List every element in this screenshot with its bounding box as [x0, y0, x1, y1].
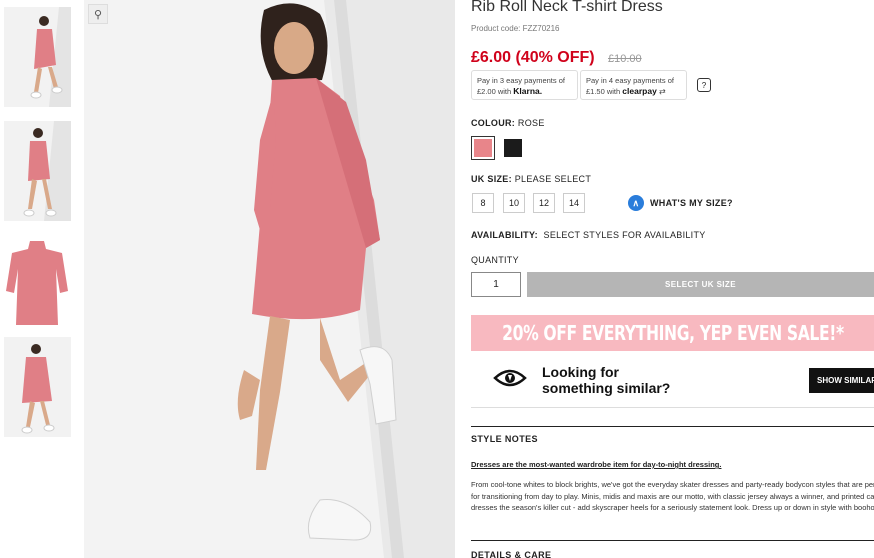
- similar-line-1: Looking for: [542, 364, 619, 380]
- size-label: UK SIZE: PLEASE SELECT: [471, 174, 591, 184]
- klarna-amount: £2.00 with: [477, 87, 512, 96]
- size-option-10[interactable]: 10: [503, 193, 525, 213]
- payment-help-icon[interactable]: ?: [697, 78, 711, 92]
- select-size-button[interactable]: SELECT UK SIZE: [527, 272, 874, 297]
- thumbnail-3[interactable]: [4, 235, 71, 335]
- clearpay-text: Pay in 4 easy payments of: [586, 76, 674, 85]
- thumbnail-2[interactable]: [4, 121, 71, 221]
- availability-row: AVAILABILITY: SELECT STYLES FOR AVAILABI…: [471, 230, 706, 240]
- colour-label: COLOUR: ROSE: [471, 118, 545, 128]
- section-divider-2: [471, 540, 874, 541]
- style-notes-heading[interactable]: STYLE NOTES: [471, 434, 538, 444]
- similar-items-banner: Looking for something similar? SHOW SIMI…: [471, 354, 874, 408]
- swatch-rose-fill: [474, 139, 492, 157]
- size-option-8[interactable]: 8: [472, 193, 494, 213]
- section-divider: [471, 426, 874, 427]
- product-title: Rib Roll Neck T-shirt Dress: [471, 0, 663, 15]
- show-similar-button[interactable]: SHOW SIMILAR: [809, 368, 874, 393]
- payment-options: Pay in 3 easy payments of £2.00 with Kla…: [471, 70, 711, 100]
- swatch-black[interactable]: [501, 136, 525, 160]
- style-notes-link[interactable]: Dresses are the most-wanted wardrobe ite…: [471, 460, 721, 469]
- zoom-icon[interactable]: ⚲: [88, 4, 108, 24]
- size-guide-label: WHAT'S MY SIZE?: [650, 198, 733, 208]
- klarna-option[interactable]: Pay in 3 easy payments of £2.00 with Kla…: [471, 70, 578, 100]
- klarna-text: Pay in 3 easy payments of: [477, 76, 565, 85]
- quantity-label: QUANTITY: [471, 255, 519, 265]
- eye-icon: [493, 369, 527, 387]
- size-guide-link[interactable]: ∧ WHAT'S MY SIZE?: [628, 195, 733, 211]
- hanger-icon: ∧: [628, 195, 644, 211]
- swatch-black-fill: [504, 139, 522, 157]
- thumbnail-4[interactable]: [4, 337, 71, 437]
- size-selected-value: PLEASE SELECT: [514, 174, 592, 184]
- colour-selected-value: ROSE: [517, 118, 545, 128]
- thumbnail-1[interactable]: [4, 7, 71, 107]
- promo-text: 20% OFF EVERYTHING, YEP EVEN SALE!*: [501, 321, 844, 345]
- style-notes-body: From cool-tone whites to block brights, …: [471, 480, 874, 512]
- product-panel: Rib Roll Neck T-shirt Dress Product code…: [471, 0, 874, 558]
- size-label-key: UK SIZE:: [471, 174, 512, 184]
- similar-items-text: Looking for something similar?: [542, 364, 670, 396]
- promo-banner[interactable]: 20% OFF EVERYTHING, YEP EVEN SALE!*: [471, 315, 874, 351]
- model-photo: [84, 0, 455, 558]
- product-code: Product code: FZZ70216: [471, 24, 560, 33]
- main-product-image[interactable]: ⚲: [84, 0, 455, 558]
- current-price: £6.00 (40% OFF): [471, 49, 595, 66]
- clearpay-option[interactable]: Pay in 4 easy payments of £1.50 with cle…: [580, 70, 687, 100]
- size-option-12[interactable]: 12: [533, 193, 555, 213]
- similar-line-2: something similar?: [542, 380, 671, 396]
- availability-label: AVAILABILITY:: [471, 230, 538, 240]
- size-option-14[interactable]: 14: [563, 193, 585, 213]
- details-care-heading[interactable]: DETAILS & CARE: [471, 550, 551, 558]
- swatch-rose[interactable]: [471, 136, 495, 160]
- klarna-logo: Klarna.: [513, 86, 543, 96]
- availability-value: SELECT STYLES FOR AVAILABILITY: [543, 230, 706, 240]
- clearpay-amount: £1.50 with: [586, 87, 621, 96]
- original-price: £10.00: [608, 53, 642, 65]
- clearpay-logo: clearpay: [622, 86, 657, 96]
- colour-label-key: COLOUR:: [471, 118, 516, 128]
- quantity-input[interactable]: 1: [471, 272, 521, 297]
